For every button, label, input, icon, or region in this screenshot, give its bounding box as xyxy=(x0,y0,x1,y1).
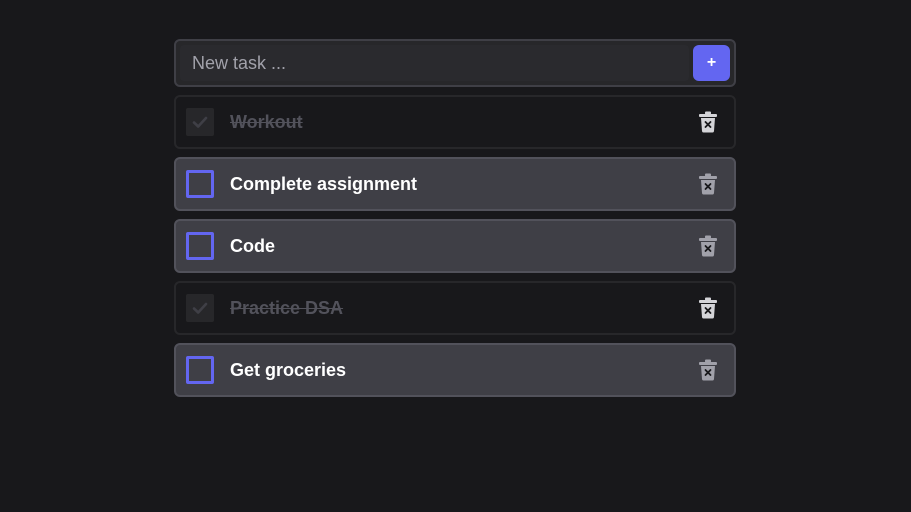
trash-icon xyxy=(698,111,718,133)
new-task-bar: + xyxy=(174,39,736,87)
task-item-pending: Complete assignment xyxy=(174,157,736,211)
add-task-button[interactable]: + xyxy=(693,45,730,81)
trash-icon xyxy=(698,359,718,381)
check-icon xyxy=(191,113,209,131)
delete-task-button[interactable] xyxy=(696,110,720,134)
delete-task-button[interactable] xyxy=(696,234,720,258)
task-checkbox[interactable] xyxy=(186,356,214,384)
delete-task-button[interactable] xyxy=(696,358,720,382)
trash-icon xyxy=(698,235,718,257)
task-list: Workout Complete assignment Code Practic… xyxy=(174,95,736,397)
task-item-pending: Get groceries xyxy=(174,343,736,397)
task-item-completed: Practice DSA xyxy=(174,281,736,335)
task-item-pending: Code xyxy=(174,219,736,273)
task-label: Code xyxy=(230,235,275,256)
task-checkbox[interactable] xyxy=(186,294,214,322)
task-label: Complete assignment xyxy=(230,173,418,194)
task-item-completed: Workout xyxy=(174,95,736,149)
task-label: Workout xyxy=(230,111,303,132)
trash-icon xyxy=(698,297,718,319)
new-task-input[interactable] xyxy=(180,45,689,81)
todo-app: + Workout Complete assignment Code Pract… xyxy=(174,39,736,397)
check-icon xyxy=(191,299,209,317)
task-checkbox[interactable] xyxy=(186,232,214,260)
delete-task-button[interactable] xyxy=(696,172,720,196)
task-label: Practice DSA xyxy=(230,297,344,318)
task-checkbox[interactable] xyxy=(186,108,214,136)
task-checkbox[interactable] xyxy=(186,170,214,198)
task-label: Get groceries xyxy=(230,359,347,380)
delete-task-button[interactable] xyxy=(696,296,720,320)
trash-icon xyxy=(698,173,718,195)
